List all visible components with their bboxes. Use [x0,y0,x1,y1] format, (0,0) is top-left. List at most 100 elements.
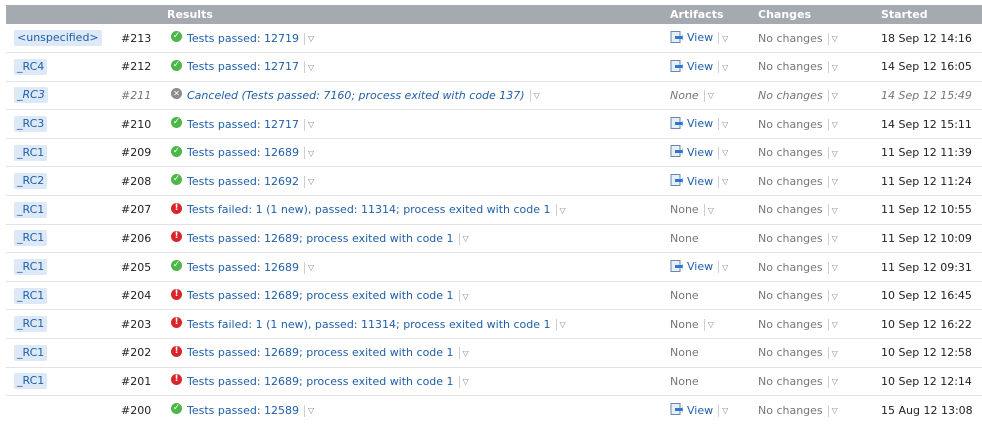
artifacts-chevron-down-icon[interactable]: ▽ [722,406,728,415]
build-result-link[interactable]: Tests passed: 12689 [187,261,299,274]
branch-tag[interactable]: _RC2 [14,173,48,190]
build-result-link[interactable]: Tests failed: 1 (1 new), passed: 11314; … [187,318,551,331]
result-details-chevron-down-icon[interactable]: ▽ [463,234,469,243]
build-result-link[interactable]: Canceled (Tests passed: 7160; process ex… [187,89,525,102]
result-details-chevron-down-icon[interactable]: ▽ [463,292,469,301]
changes-text[interactable]: No changes [758,375,823,388]
branch-tag[interactable]: _RC4 [14,58,48,75]
changes-chevron-down-icon[interactable]: ▽ [832,292,838,301]
build-number[interactable]: #211 [115,89,151,102]
build-number[interactable]: #204 [115,289,151,302]
result-details-chevron-down-icon[interactable]: ▽ [560,320,566,329]
build-result-link[interactable]: Tests passed: 12692 [187,175,299,188]
artifact-download-icon[interactable] [670,59,683,73]
build-result-link[interactable]: Tests passed: 12719 [187,32,299,45]
build-number[interactable]: #209 [115,146,151,159]
build-result-link[interactable]: Tests passed: 12689; process exited with… [187,232,454,245]
view-artifacts-link[interactable]: View [687,146,713,159]
result-details-chevron-down-icon[interactable]: ▽ [534,91,540,100]
build-number[interactable]: #208 [115,175,151,188]
build-number[interactable]: #201 [115,375,151,388]
artifact-download-icon[interactable] [670,145,683,158]
changes-chevron-down-icon[interactable]: ▽ [832,377,838,386]
result-details-chevron-down-icon[interactable]: ▽ [463,377,469,386]
artifacts-chevron-down-icon[interactable]: ▽ [708,206,714,215]
build-number[interactable]: #203 [115,318,151,331]
artifacts-chevron-down-icon[interactable]: ▽ [722,148,728,157]
changes-text[interactable]: No changes [758,289,823,302]
changes-chevron-down-icon[interactable]: ▽ [832,406,838,415]
build-result-link[interactable]: Tests passed: 12589 [187,404,299,417]
build-number[interactable]: #202 [115,346,151,359]
build-number[interactable]: #205 [115,261,151,274]
changes-chevron-down-icon[interactable]: ▽ [832,120,838,129]
changes-text[interactable]: No changes [758,89,823,102]
changes-chevron-down-icon[interactable]: ▽ [832,263,838,272]
branch-tag[interactable]: <unspecified> [14,30,102,47]
artifacts-chevron-down-icon[interactable]: ▽ [722,177,728,186]
build-result-link[interactable]: Tests passed: 12689; process exited with… [187,346,454,359]
build-result-link[interactable]: Tests passed: 12689; process exited with… [187,375,454,388]
result-details-chevron-down-icon[interactable]: ▽ [308,120,314,129]
result-details-chevron-down-icon[interactable]: ▽ [560,206,566,215]
changes-chevron-down-icon[interactable]: ▽ [832,63,838,72]
changes-text[interactable]: No changes [758,346,823,359]
result-details-chevron-down-icon[interactable]: ▽ [308,149,314,158]
artifact-download-icon[interactable] [670,174,683,187]
changes-text[interactable]: No changes [758,175,823,188]
view-artifacts-link[interactable]: View [687,31,713,44]
artifacts-chevron-down-icon[interactable]: ▽ [722,120,728,129]
result-details-chevron-down-icon[interactable]: ▽ [308,263,314,272]
artifacts-chevron-down-icon[interactable]: ▽ [708,91,714,100]
view-artifacts-link[interactable]: View [687,404,713,417]
branch-tag[interactable]: _RC1 [14,287,48,304]
build-result-link[interactable]: Tests passed: 12689; process exited with… [187,289,454,302]
build-number[interactable]: #207 [115,203,151,216]
artifact-download-icon[interactable] [670,116,683,130]
result-details-chevron-down-icon[interactable]: ▽ [308,34,314,43]
result-details-chevron-down-icon[interactable]: ▽ [308,177,314,186]
changes-text[interactable]: No changes [758,146,823,159]
changes-text[interactable]: No changes [758,118,823,131]
artifacts-chevron-down-icon[interactable]: ▽ [722,263,728,272]
changes-chevron-down-icon[interactable]: ▽ [832,177,838,186]
branch-tag[interactable]: _RC1 [14,259,48,276]
build-number[interactable]: #200 [115,404,151,417]
view-artifacts-link[interactable]: View [687,175,713,188]
changes-text[interactable]: No changes [758,232,823,245]
changes-text[interactable]: No changes [758,203,823,216]
changes-chevron-down-icon[interactable]: ▽ [832,320,838,329]
artifacts-chevron-down-icon[interactable]: ▽ [722,34,728,43]
branch-tag[interactable]: _RC3 [14,116,48,133]
artifact-download-icon[interactable] [670,403,683,416]
branch-tag[interactable]: _RC1 [14,344,48,361]
view-artifacts-link[interactable]: View [687,260,713,273]
build-result-link[interactable]: Tests failed: 1 (1 new), passed: 11314; … [187,203,551,216]
changes-chevron-down-icon[interactable]: ▽ [832,91,838,100]
branch-tag[interactable]: _RC3 [14,87,48,104]
changes-text[interactable]: No changes [758,32,823,45]
build-number[interactable]: #206 [115,232,151,245]
changes-chevron-down-icon[interactable]: ▽ [832,34,838,43]
branch-tag[interactable]: _RC1 [14,373,48,390]
branch-tag[interactable]: _RC1 [14,316,48,333]
artifacts-chevron-down-icon[interactable]: ▽ [708,320,714,329]
result-details-chevron-down-icon[interactable]: ▽ [308,406,314,415]
changes-text[interactable]: No changes [758,404,823,417]
build-number[interactable]: #210 [115,118,151,131]
changes-text[interactable]: No changes [758,318,823,331]
changes-chevron-down-icon[interactable]: ▽ [832,206,838,215]
view-artifacts-link[interactable]: View [687,60,713,73]
result-details-chevron-down-icon[interactable]: ▽ [463,349,469,358]
branch-tag[interactable]: _RC1 [14,144,48,161]
changes-text[interactable]: No changes [758,261,823,274]
build-result-link[interactable]: Tests passed: 12717 [187,60,299,73]
build-result-link[interactable]: Tests passed: 12689 [187,146,299,159]
changes-text[interactable]: No changes [758,60,823,73]
changes-chevron-down-icon[interactable]: ▽ [832,149,838,158]
changes-chevron-down-icon[interactable]: ▽ [832,234,838,243]
build-result-link[interactable]: Tests passed: 12717 [187,118,299,131]
changes-chevron-down-icon[interactable]: ▽ [832,349,838,358]
artifact-download-icon[interactable] [670,259,683,273]
artifact-download-icon[interactable] [670,30,683,44]
